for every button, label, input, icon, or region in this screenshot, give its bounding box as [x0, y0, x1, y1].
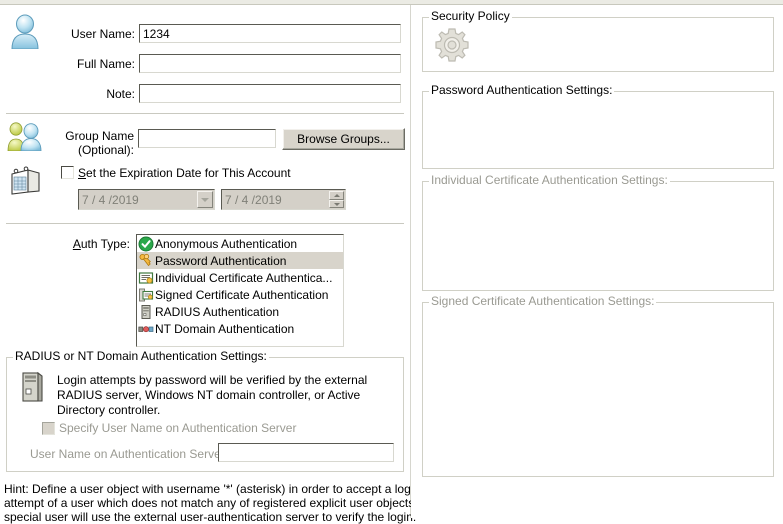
expiration-date-dropdown-icon[interactable]: [197, 191, 213, 208]
right-pane: Security Policy Set Security Policy Secu…: [411, 5, 783, 518]
list-item[interactable]: Password Authentication: [137, 252, 343, 269]
divider-1: [6, 113, 404, 114]
auth-type-listbox[interactable]: Anonymous Authentication Password Authen…: [136, 234, 344, 347]
list-item[interactable]: Signed Certificate Authentication: [137, 286, 343, 303]
list-item[interactable]: NT Domain Authentication: [137, 320, 343, 337]
signed-cert-group-title: Signed Certificate Authentication Settin…: [429, 294, 657, 308]
list-item-label: RADIUS Authentication: [155, 304, 280, 319]
list-item-label: Password Authentication: [155, 253, 287, 268]
list-item[interactable]: RADIUS Authentication: [137, 303, 343, 320]
gear-icon: [434, 27, 470, 63]
calendar-icon: [8, 165, 42, 195]
list-item-label: Individual Certificate Authentica...: [155, 270, 333, 285]
individual-cert-group: Individual Certificate Authentication Se…: [422, 173, 774, 291]
note-input[interactable]: [139, 84, 401, 103]
expiration-date-label: Set the Expiration Date for This Account: [78, 166, 291, 180]
expiration-time-spinner[interactable]: [329, 191, 344, 208]
user-name-input[interactable]: [139, 24, 401, 43]
expiration-date-field: [78, 189, 215, 210]
signed-cert-group: Signed Certificate Authentication Settin…: [422, 294, 774, 477]
certificate-icon: [138, 270, 154, 286]
security-policy-group: Security Policy: [422, 9, 774, 72]
group-name-label-line1: Group Name: [65, 129, 134, 143]
radius-server-icon: [18, 371, 46, 403]
list-item-label: Anonymous Authentication: [155, 236, 298, 251]
left-pane: User Name: Full Name: Note: Group Name (…: [0, 5, 458, 524]
divider-2: [6, 223, 404, 224]
security-policy-group-title: Security Policy: [429, 9, 512, 23]
auth-server-user-input[interactable]: [218, 443, 394, 462]
full-name-label: Full Name:: [76, 57, 135, 71]
individual-cert-group-title: Individual Certificate Authentication Se…: [429, 173, 670, 187]
nt-domain-icon: [138, 321, 154, 337]
radius-group-title: RADIUS or NT Domain Authentication Setti…: [13, 349, 269, 363]
list-item[interactable]: Individual Certificate Authentica...: [137, 269, 343, 286]
group-name-label: Group Name (Optional):: [52, 129, 134, 157]
auth-server-user-label: User Name on Authentication Server:: [30, 447, 229, 461]
specify-user-name-label: Specify User Name on Authentication Serv…: [59, 421, 297, 435]
user-icon: [8, 13, 42, 50]
browse-groups-button[interactable]: Browse Groups...: [282, 128, 405, 150]
group-icon: [5, 121, 45, 152]
signed-certificate-icon: [138, 287, 154, 303]
list-item[interactable]: Anonymous Authentication: [137, 235, 343, 252]
expiration-date-input[interactable]: [78, 189, 215, 210]
keys-icon: [138, 253, 154, 269]
list-item-label: NT Domain Authentication: [155, 321, 295, 336]
specify-user-name-checkbox[interactable]: [42, 422, 55, 435]
full-name-input[interactable]: [139, 54, 401, 73]
check-circle-icon: [138, 236, 154, 252]
expiration-date-label-text: et the Expiration Date for This Account: [86, 166, 291, 180]
group-name-input[interactable]: [138, 129, 276, 148]
auth-type-label-text: uth Type:: [80, 237, 130, 251]
expiration-time-field: [221, 189, 346, 210]
user-name-label: User Name:: [70, 27, 135, 41]
radius-description: Login attempts by password will be verif…: [57, 373, 368, 417]
password-settings-group: Password Authentication Settings:: [422, 83, 774, 169]
list-item-label: Signed Certificate Authentication: [155, 287, 329, 302]
auth-type-label: Auth Type:: [72, 237, 130, 251]
note-label: Note:: [106, 87, 135, 101]
expiration-date-checkbox[interactable]: [61, 166, 74, 179]
server-icon: [138, 304, 154, 320]
password-group-title: Password Authentication Settings:: [429, 83, 615, 97]
expiration-time-input[interactable]: [221, 189, 346, 210]
group-name-label-line2: (Optional):: [77, 143, 134, 157]
